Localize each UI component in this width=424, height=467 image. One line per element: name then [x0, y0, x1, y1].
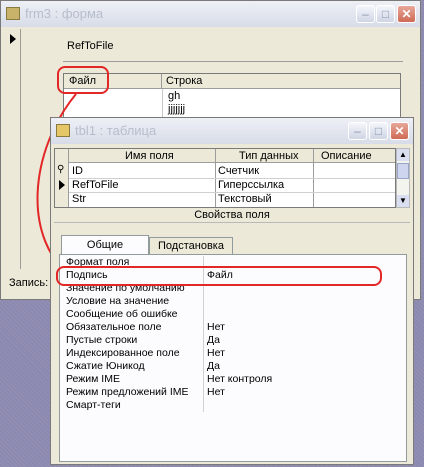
- field-grid-scrollbar[interactable]: ▲ ▼: [396, 148, 410, 208]
- property-row[interactable]: Режим IME Нет контроля: [63, 373, 379, 386]
- property-name: Обязательное поле: [66, 321, 162, 333]
- property-name: Сообщение об ошибке: [66, 308, 178, 320]
- property-row[interactable]: Обязательное поле Нет: [63, 321, 379, 334]
- highlight-file-header: [57, 66, 109, 94]
- property-row[interactable]: Режим предложений IME Нет: [63, 386, 379, 399]
- properties-header-label: Свойства поля: [194, 209, 270, 221]
- properties-header: Свойства поля: [54, 209, 410, 223]
- field-row-type[interactable]: Гиперссылка: [218, 179, 284, 191]
- record-status-label: Запись:: [9, 277, 49, 289]
- property-value[interactable]: Да: [207, 360, 220, 372]
- highlight-caption-property: [56, 266, 382, 286]
- field-label-underline: [63, 61, 403, 62]
- property-value[interactable]: Нет: [207, 347, 225, 359]
- property-name: Режим IME: [66, 373, 120, 385]
- current-row-arrow-icon: [59, 180, 65, 190]
- maximize-button[interactable]: □: [376, 5, 395, 23]
- property-value[interactable]: Да: [207, 334, 220, 346]
- table-icon: [56, 124, 70, 137]
- tab-general-label: Общие: [86, 239, 124, 251]
- property-name: Индексированное поле: [66, 347, 180, 359]
- subform-grid[interactable]: Файл Строка gh jjjjjjj: [63, 73, 401, 120]
- form-title: frm3 : форма: [25, 6, 104, 21]
- tab-lookup-label: Подстановка: [158, 240, 224, 252]
- property-name: Смарт-теги: [66, 399, 121, 411]
- property-name: Режим предложений IME: [66, 386, 189, 398]
- tab-general[interactable]: Общие: [61, 235, 149, 254]
- minimize-button[interactable]: –: [356, 5, 375, 23]
- property-name: Условие на значение: [66, 295, 170, 307]
- field-grid[interactable]: Имя поля Тип данных Описание ⚲ ID Счетчи…: [54, 148, 396, 208]
- table-close-button[interactable]: ✕: [390, 122, 409, 140]
- table-window: tbl1 : таблица – □ ✕ Имя поля Тип данных…: [50, 117, 414, 465]
- field-row-name[interactable]: ID: [72, 165, 83, 177]
- property-value[interactable]: Нет: [207, 386, 225, 398]
- close-button[interactable]: ✕: [397, 5, 416, 23]
- property-row[interactable]: Смарт-теги: [63, 399, 379, 412]
- property-row[interactable]: Пустые строки Да: [63, 334, 379, 347]
- property-row[interactable]: Индексированное поле Нет: [63, 347, 379, 360]
- form-icon: [6, 7, 20, 20]
- table-title: tbl1 : таблица: [75, 123, 157, 138]
- current-record-arrow-icon: [10, 34, 16, 44]
- record-selector-column[interactable]: [5, 29, 21, 269]
- table-maximize-button[interactable]: □: [369, 122, 388, 140]
- field-label: RefToFile: [67, 40, 114, 52]
- property-value[interactable]: Нет: [207, 321, 225, 333]
- col-header-name[interactable]: Имя поля: [125, 150, 174, 162]
- property-row[interactable]: Условие на значение: [63, 295, 379, 308]
- field-row-name[interactable]: Str: [72, 193, 86, 205]
- property-row[interactable]: Сжатие Юникод Да: [63, 360, 379, 373]
- scroll-thumb[interactable]: [397, 163, 409, 179]
- field-row-type[interactable]: Текстовый: [218, 193, 272, 205]
- scroll-up-icon[interactable]: ▲: [397, 149, 409, 161]
- scroll-down-icon[interactable]: ▼: [397, 195, 409, 207]
- table-minimize-button[interactable]: –: [348, 122, 367, 140]
- property-name: Сжатие Юникод: [66, 360, 145, 372]
- field-row-type[interactable]: Счетчик: [218, 165, 259, 177]
- col-header-desc[interactable]: Описание: [321, 150, 372, 162]
- property-value[interactable]: Нет контроля: [207, 373, 272, 385]
- field-row-name[interactable]: RefToFile: [72, 179, 118, 191]
- grid-column-divider: [162, 89, 163, 120]
- grid-header-string-label: Строка: [166, 75, 203, 87]
- property-name: Пустые строки: [66, 334, 138, 346]
- key-icon: ⚲: [57, 164, 65, 175]
- form-titlebar[interactable]: frm3 : форма – □ ✕: [1, 1, 420, 27]
- grid-header-string[interactable]: Строка: [162, 74, 400, 89]
- col-selector: [55, 149, 69, 207]
- property-row[interactable]: Сообщение об ошибке: [63, 308, 379, 321]
- grid-value-1[interactable]: gh: [168, 90, 180, 102]
- grid-value-2[interactable]: jjjjjjj: [168, 103, 185, 115]
- tab-lookup[interactable]: Подстановка: [149, 237, 233, 254]
- col-header-type[interactable]: Тип данных: [239, 150, 299, 162]
- table-titlebar[interactable]: tbl1 : таблица – □ ✕: [51, 118, 413, 144]
